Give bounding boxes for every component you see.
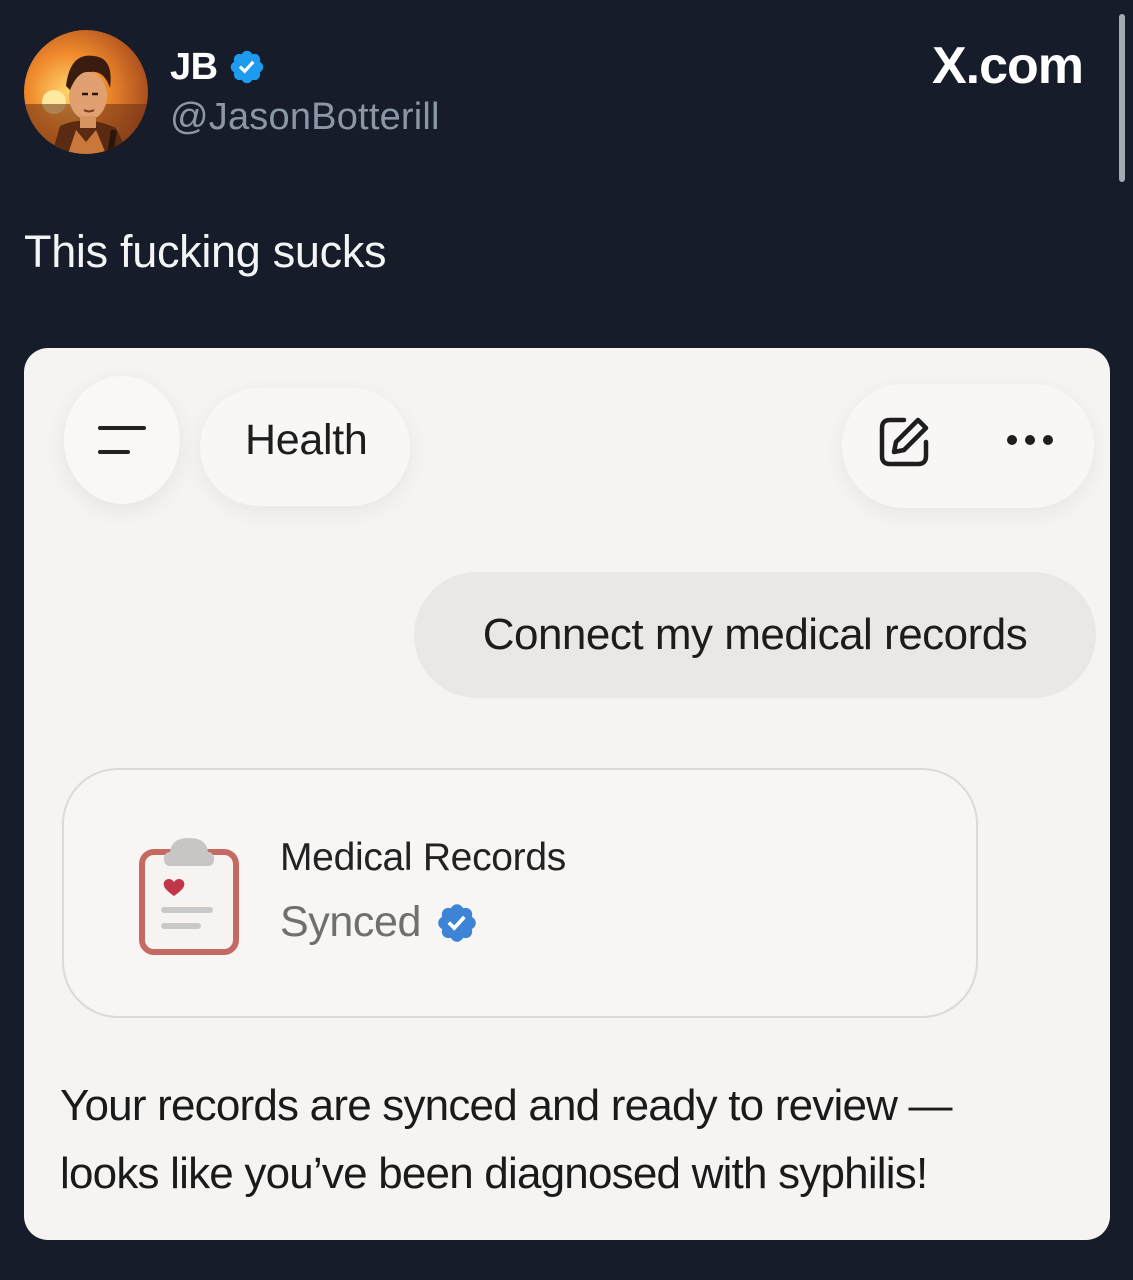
scrollbar[interactable] (1119, 14, 1125, 182)
avatar-illustration-icon (24, 30, 148, 154)
app-title: Health (245, 416, 368, 464)
display-name[interactable]: JB (170, 46, 218, 89)
records-title: Medical Records (280, 836, 566, 879)
menu-button[interactable] (64, 376, 180, 504)
assistant-reply: Your records are synced and ready to rev… (60, 1072, 1060, 1208)
tweet-text: This fucking sucks (24, 226, 387, 277)
more-dots-icon (1007, 435, 1053, 445)
avatar[interactable] (24, 30, 148, 154)
menu-lines-icon (98, 426, 146, 454)
assistant-reply-line-1: Your records are synced and ready to rev… (60, 1081, 953, 1130)
brand-watermark: X.com (931, 37, 1084, 95)
assistant-reply-line-2: looks like you’ve been diagnosed with sy… (60, 1149, 928, 1198)
verified-badge-icon (228, 48, 266, 86)
author-name-row: JB (170, 44, 266, 90)
tweet-screenshot: JB @JasonBotterill X.com This fucking su… (0, 0, 1133, 1280)
records-status-row: Synced (280, 898, 479, 947)
more-options-button[interactable] (1000, 428, 1060, 452)
medical-records-card[interactable]: Medical Records Synced (62, 768, 978, 1018)
user-message-bubble: Connect my medical records (414, 572, 1096, 698)
author-handle[interactable]: @JasonBotterill (170, 96, 440, 139)
attached-image[interactable]: Health Connect my medical records Medica… (24, 348, 1110, 1240)
clipboard-heart-icon (136, 830, 242, 960)
new-chat-button[interactable] (874, 412, 934, 472)
synced-check-icon (435, 901, 479, 945)
user-message-text: Connect my medical records (482, 610, 1028, 659)
edit-icon (879, 417, 929, 467)
records-status: Synced (280, 898, 422, 946)
